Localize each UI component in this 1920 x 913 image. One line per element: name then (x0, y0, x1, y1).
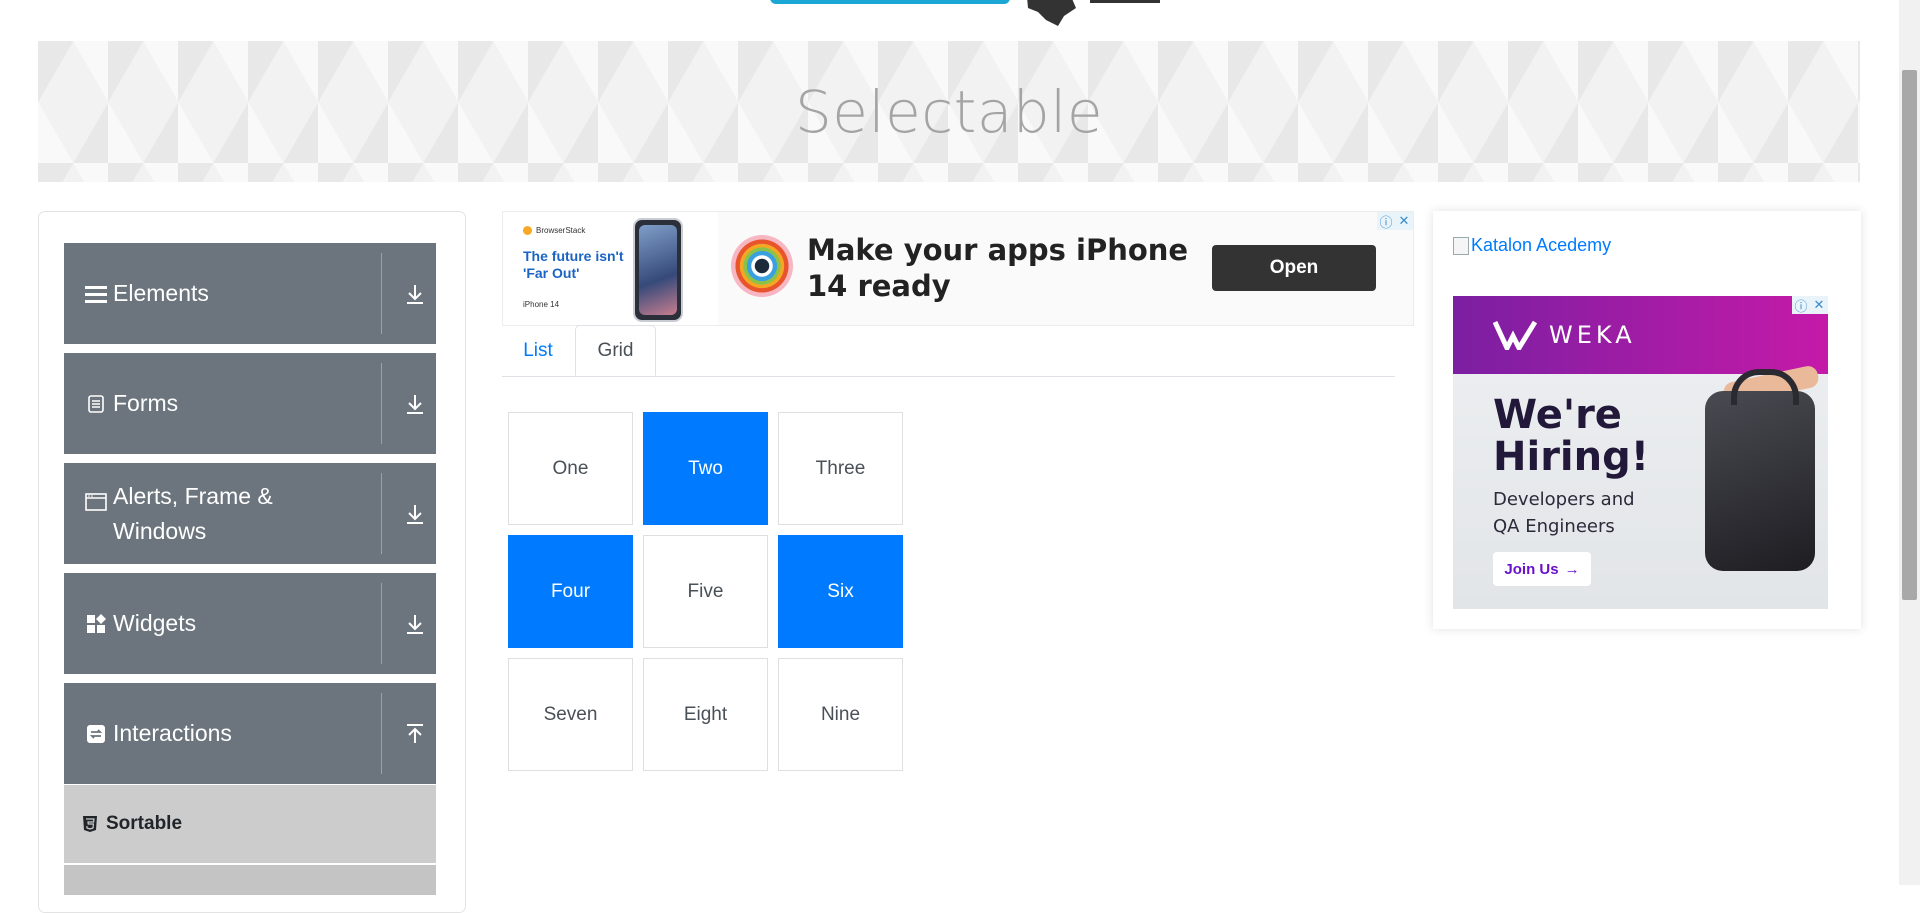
ad-open-button[interactable]: Open (1212, 245, 1376, 291)
upload-icon[interactable] (394, 683, 436, 784)
sidebar-group-interactions[interactable]: Interactions (64, 683, 436, 784)
document-icon (85, 394, 107, 413)
scrollbar-thumb[interactable] (1902, 70, 1917, 600)
sidebar-group-widgets[interactable]: Widgets (64, 573, 436, 674)
divider (381, 473, 382, 554)
ad-sidebar: Katalon Acedemy WEKA We're Hiring! Devel… (1433, 211, 1861, 629)
page-banner: Selectable (38, 41, 1860, 182)
ad-tagline: The future isn't 'Far Out' (523, 248, 624, 281)
sidebar-item-sortable[interactable]: Sortable (64, 785, 436, 863)
grid-cell-nine[interactable]: Nine (778, 658, 903, 771)
divider (381, 583, 382, 664)
grid-cell-seven[interactable]: Seven (508, 658, 633, 771)
browserstack-logo-icon (523, 226, 532, 235)
weka-brand-text: WEKA (1549, 321, 1636, 349)
phone-image (633, 218, 683, 322)
app-camera-icon (731, 235, 793, 297)
grid-cell-eight[interactable]: Eight (643, 658, 768, 771)
ad-brand: BrowserStack (523, 226, 585, 235)
sidebar-group-forms[interactable]: Forms (64, 353, 436, 454)
divider (381, 253, 382, 334)
html5-icon (82, 815, 98, 833)
info-icon[interactable]: ⓘ (1792, 296, 1810, 314)
sidebar-group-label: Elements (113, 280, 209, 306)
broken-image-icon (1453, 236, 1469, 255)
weka-join-button[interactable]: Join Us → (1493, 552, 1591, 586)
grid-cell-three[interactable]: Three (778, 412, 903, 525)
adchoices[interactable]: ⓘ ✕ (1377, 212, 1413, 230)
download-icon[interactable] (394, 353, 436, 454)
interactions-icon (85, 724, 107, 743)
backpack-image (1705, 369, 1815, 571)
info-icon[interactable]: ⓘ (1377, 212, 1395, 230)
widgets-icon (85, 613, 107, 634)
ad-banner-weka[interactable]: WEKA We're Hiring! Developers and QA Eng… (1453, 296, 1828, 609)
katalon-ad-link[interactable]: Katalon Acedemy (1453, 235, 1611, 256)
grid-cell-six[interactable]: Six (778, 535, 903, 648)
download-icon[interactable] (394, 573, 436, 674)
divider (381, 363, 382, 444)
tab-list[interactable]: List (502, 325, 574, 376)
weka-join-label: Join Us (1504, 560, 1559, 578)
sidebar-group-label: Interactions (113, 720, 232, 746)
divider (381, 693, 382, 774)
window-icon (85, 493, 107, 511)
weka-subtext-line1: Developers and (1493, 489, 1635, 510)
logo-text-fragment (770, 0, 1010, 4)
adchoices[interactable]: ⓘ ✕ (1792, 296, 1828, 314)
grid-cell-four[interactable]: Four (508, 535, 633, 648)
site-logo[interactable] (760, 0, 1160, 28)
download-icon[interactable] (394, 243, 436, 344)
weka-logo-icon (1493, 320, 1537, 350)
tab-grid[interactable]: Grid (575, 325, 656, 376)
grid-cell-one[interactable]: One (508, 412, 633, 525)
katalon-ad-alt-text: Katalon Acedemy (1471, 235, 1612, 255)
sidebar-group-label: Forms (113, 390, 179, 416)
logo-text-fragment-2 (1090, 0, 1160, 3)
weka-subtext-line2: QA Engineers (1493, 516, 1615, 537)
download-icon[interactable] (394, 463, 436, 564)
sidebar-item-next[interactable] (64, 865, 436, 895)
ad-banner-browserstack[interactable]: BrowserStack The future isn't 'Far Out' … (502, 211, 1414, 326)
ad-headline: Make your apps iPhone 14 ready (807, 233, 1189, 303)
grid-cell-five[interactable]: Five (643, 535, 768, 648)
close-icon[interactable]: ✕ (1810, 296, 1828, 314)
sidebar-group-label: Widgets (113, 610, 197, 636)
weka-headline-line2: Hiring! (1493, 434, 1649, 480)
selectable-tabs: List Grid (502, 325, 1395, 377)
logo-gear-icon (1027, 0, 1076, 26)
page-title: Selectable (794, 77, 1104, 146)
arrow-right-icon: → (1564, 560, 1580, 578)
weka-headline-line1: We're (1493, 392, 1622, 438)
hamburger-icon (85, 285, 107, 303)
weka-headline: We're Hiring! (1493, 394, 1649, 478)
sidebar-group-alerts-frame-windows[interactable]: Alerts, Frame & Windows (64, 463, 436, 564)
sidebar-group-label: Alerts, Frame & Windows (113, 482, 273, 544)
page-scrollbar[interactable] (1899, 0, 1920, 885)
weka-subtext: Developers and QA Engineers (1493, 486, 1635, 540)
sidebar-group-elements[interactable]: Elements (64, 243, 436, 344)
weka-logo: WEKA (1493, 320, 1636, 350)
ad-creative: BrowserStack The future isn't 'Far Out' … (503, 212, 718, 325)
sidebar-item-label: Sortable (106, 813, 183, 834)
grid-cell-two[interactable]: Two (643, 412, 768, 525)
ad-small-text: iPhone 14 (523, 300, 560, 309)
ad-brand-text: BrowserStack (536, 226, 586, 235)
close-icon[interactable]: ✕ (1395, 212, 1413, 230)
